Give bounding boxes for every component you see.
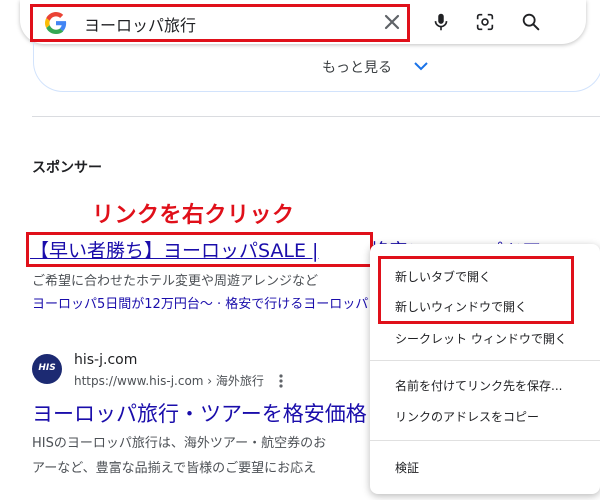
menu-item-copy-link-address[interactable]: リンクのアドレスをコピー — [395, 408, 539, 425]
lens-icon[interactable] — [474, 11, 496, 33]
search-highlight-box — [30, 4, 410, 42]
sponsored-label: スポンサー — [32, 160, 102, 176]
menu-item-inspect[interactable]: 検証 — [395, 459, 419, 476]
ad-sitelinks[interactable]: ヨーロッパ5日間が12万円台～ · 格安で行けるヨーロッパ — [32, 293, 368, 312]
more-results-label: もっと見る — [322, 60, 392, 76]
chevron-down-icon — [414, 62, 428, 71]
microphone-icon[interactable] — [430, 11, 452, 33]
site-favicon: HIS — [32, 354, 62, 384]
instruction-annotation: リンクを右クリック — [92, 203, 295, 228]
menu-separator — [370, 440, 600, 441]
more-options-icon[interactable] — [277, 373, 285, 389]
menu-separator — [370, 360, 600, 361]
section-divider — [32, 116, 600, 117]
menu-item-open-incognito[interactable]: シークレット ウィンドウで開く — [395, 330, 567, 347]
result-title-link[interactable]: ヨーロッパ旅行・ツアーを格安価格 — [32, 398, 367, 428]
result-snippet-line-1: HISのヨーロッパ旅行は、海外ツアー・航空券のお — [32, 436, 327, 451]
menu-item-save-link-as[interactable]: 名前を付けてリンク先を保存... — [395, 377, 562, 394]
result-url[interactable]: https://www.his-j.com › 海外旅行 — [74, 372, 264, 389]
ad-link-highlight-box — [26, 232, 373, 267]
result-site-name[interactable]: his-j.com — [74, 352, 137, 368]
result-snippet-line-2: アーなど、豊富な品揃えで皆様のご要望にお応え — [32, 461, 317, 476]
ad-description: ご希望に合わせたホテル変更や周遊アレンジなど — [32, 274, 319, 289]
site-favicon-text: HIS — [38, 363, 56, 373]
search-icon[interactable] — [520, 11, 542, 33]
menu-highlight-box — [378, 256, 574, 324]
more-results-button[interactable] — [33, 42, 600, 92]
